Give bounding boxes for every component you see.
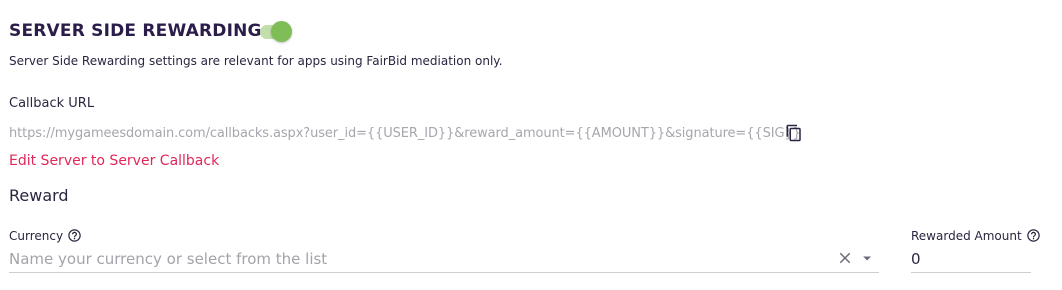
currency-input[interactable]: [9, 246, 879, 273]
rewarded-amount-label: Rewarded Amount: [911, 228, 1041, 243]
close-icon[interactable]: [836, 249, 854, 267]
help-icon[interactable]: [1026, 228, 1041, 243]
rewarded-amount-input[interactable]: [911, 246, 1031, 273]
edit-callback-link[interactable]: Edit Server to Server Callback: [9, 153, 219, 169]
section-description: Server Side Rewarding settings are relev…: [9, 54, 503, 68]
copy-icon[interactable]: [785, 124, 803, 142]
callback-url-label: Callback URL: [9, 96, 95, 111]
currency-label: Currency: [9, 228, 82, 243]
reward-heading: Reward: [9, 186, 69, 205]
currency-label-text: Currency: [9, 228, 64, 243]
server-side-rewarding-toggle[interactable]: [258, 21, 292, 42]
section-title: SERVER SIDE REWARDING: [9, 21, 262, 41]
help-icon[interactable]: [67, 228, 82, 243]
callback-url-value: https://mygameesdomain.com/callbacks.asp…: [9, 126, 801, 141]
rewarded-amount-label-text: Rewarded Amount: [911, 228, 1022, 243]
toggle-knob: [271, 21, 292, 42]
caret-down-icon[interactable]: [860, 251, 874, 265]
